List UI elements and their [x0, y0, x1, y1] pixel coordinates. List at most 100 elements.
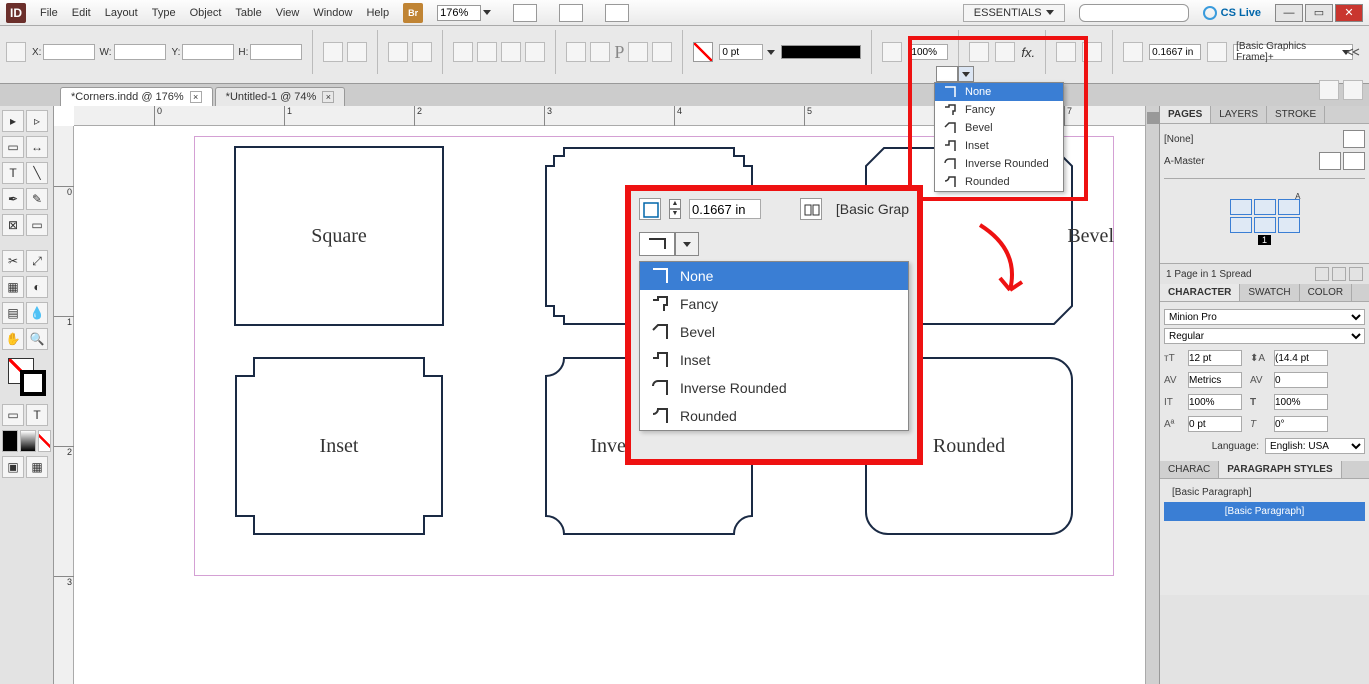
spread-proxy-icon[interactable] — [1207, 42, 1227, 62]
close-icon[interactable]: × — [190, 91, 202, 103]
gap-tool[interactable]: ↔ — [26, 136, 48, 158]
skew-input[interactable] — [1274, 416, 1328, 432]
stepper[interactable]: ▲▼ — [669, 199, 681, 219]
delete-page-icon[interactable] — [1349, 267, 1363, 281]
select-container-icon[interactable] — [566, 42, 586, 62]
page-thumb[interactable] — [1230, 199, 1252, 215]
cs-live-button[interactable]: CS Live — [1203, 6, 1261, 20]
pencil-tool[interactable]: ✎ — [26, 188, 48, 210]
menu-edit[interactable]: Edit — [72, 7, 91, 19]
master-a[interactable]: A-Master — [1164, 156, 1205, 167]
close-icon[interactable]: × — [322, 91, 334, 103]
tab-layers[interactable]: LAYERS — [1211, 106, 1267, 123]
view-options-dropdown[interactable] — [605, 4, 629, 22]
apply-none-icon[interactable] — [38, 430, 51, 452]
bridge-icon[interactable]: Br — [403, 3, 423, 23]
paragraph-style-item-selected[interactable]: [Basic Paragraph] — [1164, 502, 1365, 521]
page-thumb[interactable]: A — [1278, 199, 1300, 215]
formatting-container-icon[interactable]: ▭ — [2, 404, 24, 426]
corner-shape-dropdown[interactable]: None Fancy Bevel Inset Inverse Rounded R… — [934, 82, 1064, 192]
flip-v-icon[interactable] — [525, 42, 545, 62]
language-dropdown[interactable]: English: USA — [1265, 438, 1365, 454]
leading-input[interactable] — [1274, 350, 1328, 366]
tab-pages[interactable]: PAGES — [1160, 106, 1211, 123]
corner-shape-dropdown-button[interactable] — [936, 66, 974, 82]
selection-tool[interactable]: ▸ — [2, 110, 24, 132]
fill-stroke-swatch[interactable] — [8, 358, 46, 396]
fit-frame-icon[interactable] — [1082, 42, 1102, 62]
zoom-tool[interactable]: 🔍 — [26, 328, 48, 350]
font-size-input[interactable] — [1188, 350, 1242, 366]
vertical-scale-input[interactable] — [1188, 394, 1242, 410]
zoom-control[interactable] — [437, 5, 491, 21]
expand-panels-icon[interactable] — [1147, 112, 1159, 124]
page-tool[interactable]: ▭ — [2, 136, 24, 158]
formatting-text-icon[interactable]: T — [26, 404, 48, 426]
stroke-weight-input[interactable] — [719, 44, 763, 60]
fill-swatch[interactable] — [693, 42, 713, 62]
fx-icon[interactable]: fx. — [1021, 45, 1035, 60]
type-tool[interactable]: T — [2, 162, 24, 184]
stroke-style-dropdown[interactable] — [781, 45, 861, 59]
page-thumb[interactable] — [1254, 217, 1276, 233]
corner-option-bevel[interactable]: Bevel — [640, 318, 908, 346]
scissors-tool[interactable]: ✂ — [2, 250, 24, 272]
page-thumb[interactable] — [1254, 199, 1276, 215]
menu-file[interactable]: File — [40, 7, 58, 19]
free-transform-tool[interactable]: ⤢ — [26, 250, 48, 272]
h-input[interactable] — [250, 44, 302, 60]
apply-gradient-icon[interactable] — [20, 430, 36, 452]
master-thumb[interactable] — [1319, 152, 1341, 170]
corner-size-input[interactable] — [1149, 44, 1201, 60]
y-input[interactable] — [182, 44, 234, 60]
effects-icon[interactable] — [882, 42, 902, 62]
hand-tool[interactable]: ✋ — [2, 328, 24, 350]
corner-shape-dropdown-button[interactable] — [631, 227, 917, 261]
page-thumb[interactable] — [1278, 217, 1300, 233]
pen-tool[interactable]: ✒ — [2, 188, 24, 210]
object-style-dropdown[interactable]: [Basic Graphics Frame]+ — [1233, 44, 1353, 60]
spread-proxy-icon[interactable] — [800, 198, 822, 220]
tracking-input[interactable] — [1274, 372, 1328, 388]
wrap-bbox-icon[interactable] — [995, 42, 1015, 62]
tab-character-styles[interactable]: CHARAC — [1160, 461, 1219, 478]
screen-mode-dropdown[interactable] — [513, 4, 537, 22]
corner-option-rounded[interactable]: Rounded — [640, 402, 908, 430]
corner-option-fancy[interactable]: Fancy — [640, 290, 908, 318]
tab-paragraph-styles[interactable]: PARAGRAPH STYLES — [1219, 461, 1341, 478]
workspace-switcher[interactable]: ESSENTIALS — [963, 4, 1065, 22]
rectangle-frame-tool[interactable]: ⊠ — [2, 214, 24, 236]
master-thumb[interactable] — [1343, 130, 1365, 148]
baseline-shift-input[interactable] — [1188, 416, 1242, 432]
corner-option-rounded[interactable]: Rounded — [935, 173, 1063, 191]
rotate-icon[interactable] — [388, 42, 408, 62]
menu-layout[interactable]: Layout — [105, 7, 138, 19]
wrap-none-icon[interactable] — [969, 42, 989, 62]
close-button[interactable]: ✕ — [1335, 4, 1363, 22]
corner-option-bevel[interactable]: Bevel — [935, 119, 1063, 137]
corner-options-icon[interactable] — [1123, 42, 1143, 62]
tab-color[interactable]: COLOR — [1300, 284, 1353, 301]
reference-point-icon[interactable] — [6, 42, 26, 62]
view-mode-normal[interactable]: ▣ — [2, 456, 24, 478]
note-tool[interactable]: ▤ — [2, 302, 24, 324]
menu-view[interactable]: View — [276, 7, 300, 19]
document-tab[interactable]: *Untitled-1 @ 74% × — [215, 87, 346, 106]
tab-swatches[interactable]: SWATCH — [1240, 284, 1299, 301]
select-next-icon[interactable] — [652, 42, 672, 62]
corner-option-none[interactable]: None — [640, 262, 908, 290]
horizontal-scale-input[interactable] — [1274, 394, 1328, 410]
view-mode-preview[interactable]: ▦ — [26, 456, 48, 478]
corner-option-inset[interactable]: Inset — [640, 346, 908, 374]
corner-size-input[interactable] — [689, 199, 761, 219]
corner-option-inverse-rounded[interactable]: Inverse Rounded — [935, 155, 1063, 173]
menu-type[interactable]: Type — [152, 7, 176, 19]
corner-option-none[interactable]: None — [935, 83, 1063, 101]
scale-y-icon[interactable] — [347, 42, 367, 62]
master-none[interactable]: [None] — [1164, 134, 1193, 145]
chevron-down-icon[interactable] — [483, 10, 491, 15]
x-input[interactable] — [43, 44, 95, 60]
rectangle-tool[interactable]: ▭ — [26, 214, 48, 236]
menu-object[interactable]: Object — [190, 7, 222, 19]
zoom-input[interactable] — [437, 5, 481, 21]
